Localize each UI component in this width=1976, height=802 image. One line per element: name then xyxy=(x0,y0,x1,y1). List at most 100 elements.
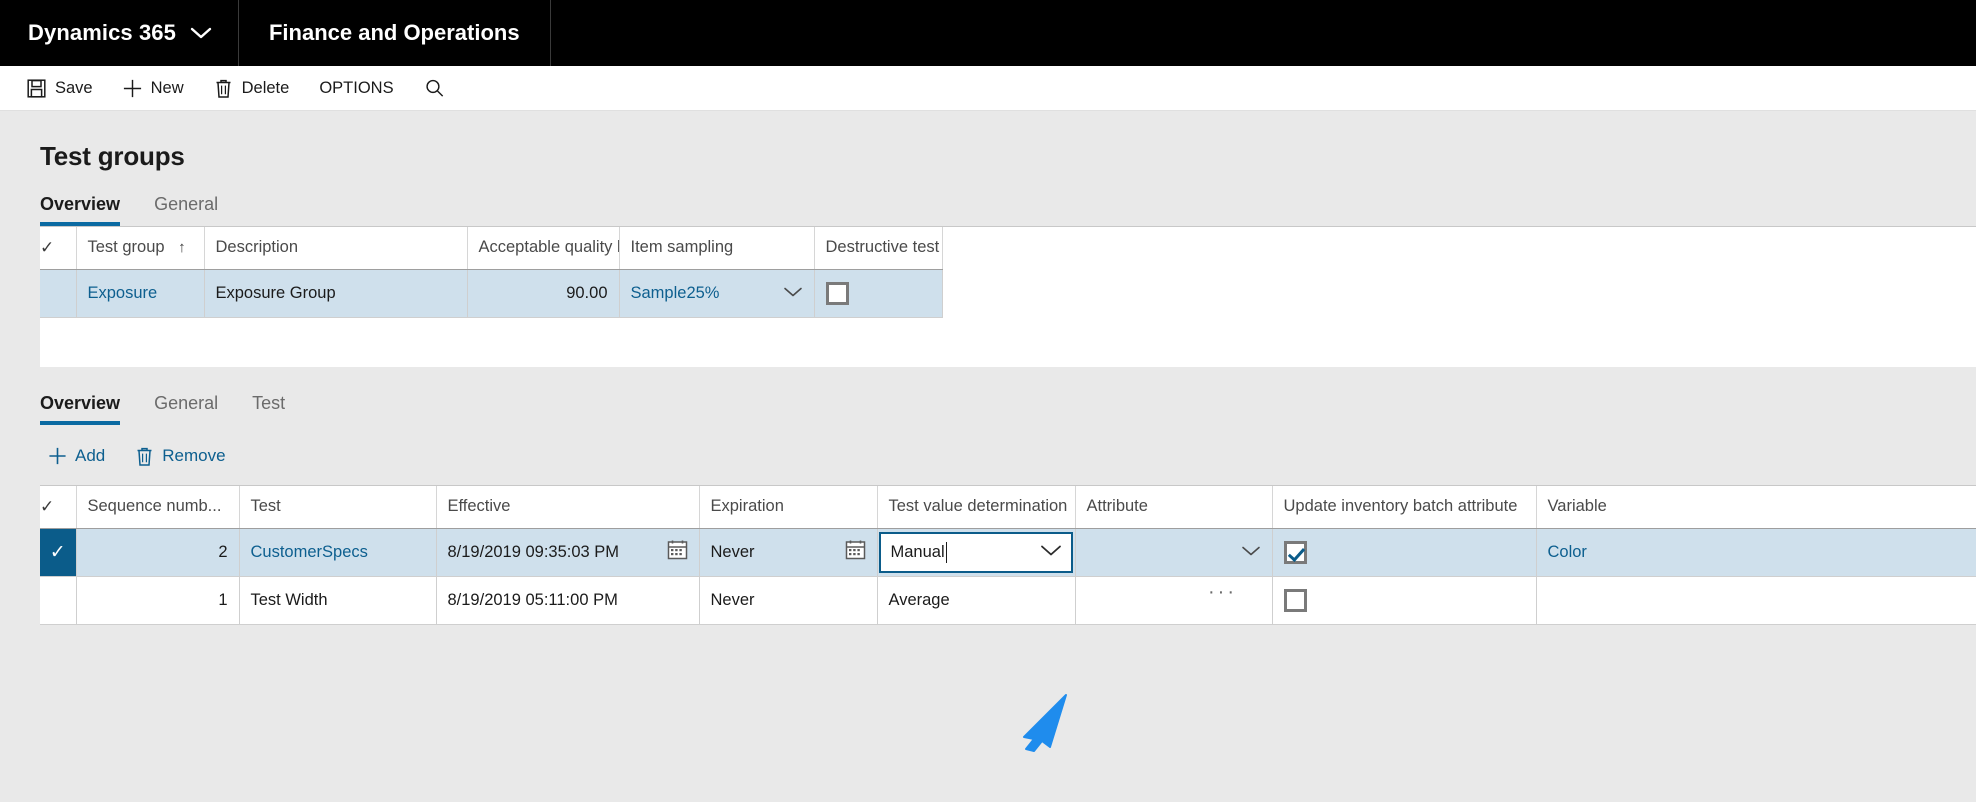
tab-overview-header-label: Overview xyxy=(40,194,121,214)
column-header-row-select[interactable]: ✓ xyxy=(40,227,77,270)
chevron-down-icon[interactable] xyxy=(1040,544,1062,560)
new-button[interactable]: New xyxy=(110,70,197,106)
remove-label: Remove xyxy=(162,446,226,465)
column-header-item-sampling-label: Item sampling xyxy=(630,238,734,257)
delete-button[interactable]: Delete xyxy=(201,70,303,106)
add-button[interactable]: Add xyxy=(40,442,117,470)
test-link[interactable]: CustomerSpecs xyxy=(251,543,368,561)
item-sampling-value[interactable]: Sample25% xyxy=(631,284,720,303)
update-inventory-batch-attribute-checkbox[interactable] xyxy=(1283,588,1307,612)
column-header-effective[interactable]: Effective xyxy=(436,486,700,529)
delete-label: Delete xyxy=(241,78,290,97)
cell-test[interactable]: CustomerSpecs xyxy=(239,528,437,577)
app-name-text: Finance and Operations xyxy=(268,20,520,45)
tab-general-header[interactable]: General xyxy=(154,194,218,226)
chevron-down-icon[interactable] xyxy=(1241,545,1261,560)
cell-attribute[interactable] xyxy=(1075,528,1273,577)
cell-effective[interactable]: 8/19/2019 09:35:03 PM xyxy=(436,528,700,577)
tab-test-detail[interactable]: Test xyxy=(252,393,285,425)
save-label: Save xyxy=(55,78,93,97)
column-header-description[interactable]: Description xyxy=(204,227,468,270)
cell-variable[interactable]: Color xyxy=(1536,528,1976,577)
test-lines-grid: ✓ Sequence numb... Test Effective Expira… xyxy=(40,486,1976,625)
tab-general-header-label: General xyxy=(154,194,219,214)
test-group-link[interactable]: Exposure xyxy=(88,284,158,302)
cell-test-group[interactable]: Exposure xyxy=(76,269,205,318)
column-header-sequence-number[interactable]: Sequence numb... xyxy=(76,486,240,529)
grid-resize-handle[interactable]: ··· xyxy=(1208,582,1237,602)
command-bar: Save New Delete OPTIONS xyxy=(0,66,1976,111)
page-title: Test groups xyxy=(40,141,185,171)
cell-test-value-determination[interactable]: Manual xyxy=(877,528,1076,577)
update-inventory-batch-attribute-checkbox[interactable] xyxy=(1283,540,1307,564)
calendar-icon[interactable] xyxy=(667,539,688,565)
cell-sequence-number[interactable]: 1 xyxy=(76,576,240,625)
calendar-icon[interactable] xyxy=(845,539,866,565)
cell-update-inventory-batch-attribute[interactable] xyxy=(1272,576,1537,625)
column-header-expiration-label: Expiration xyxy=(710,497,784,516)
column-header-row-select[interactable]: ✓ xyxy=(40,486,77,529)
column-header-variable[interactable]: Variable xyxy=(1536,486,1976,529)
column-header-test-value-determination[interactable]: Test value determination xyxy=(877,486,1076,529)
tab-overview-header[interactable]: Overview xyxy=(40,194,121,226)
detail-toolbar: Add Remove xyxy=(0,442,1976,470)
cell-variable[interactable] xyxy=(1536,576,1976,625)
arrow-up-icon: ↑ xyxy=(178,239,186,257)
cell-item-sampling[interactable]: Sample25% xyxy=(619,269,815,318)
cell-update-inventory-batch-attribute[interactable] xyxy=(1272,528,1537,577)
row-select-cell[interactable] xyxy=(40,576,77,625)
column-header-item-sampling[interactable]: Item sampling xyxy=(619,227,815,270)
test-value-determination-combobox[interactable]: Manual xyxy=(878,531,1073,573)
cell-expiration[interactable]: Never xyxy=(699,528,878,577)
column-header-test[interactable]: Test xyxy=(239,486,437,529)
chevron-down-icon[interactable] xyxy=(783,286,803,301)
column-header-destructive-test[interactable]: Destructive test xyxy=(814,227,943,270)
destructive-test-checkbox[interactable] xyxy=(825,281,849,305)
column-header-effective-label: Effective xyxy=(447,497,511,516)
options-button[interactable]: OPTIONS xyxy=(306,70,406,106)
cell-attribute[interactable] xyxy=(1075,576,1273,625)
trash-icon xyxy=(135,447,154,466)
cell-acceptable-quality-level[interactable]: 90.00 xyxy=(467,269,620,318)
cell-test[interactable]: Test Width xyxy=(239,576,437,625)
new-label: New xyxy=(150,78,184,97)
table-row[interactable]: ✓ 2 CustomerSpecs 8/19/2019 09:35:03 PM xyxy=(40,528,1976,577)
page-body: Test groups Overview General ✓ Test grou… xyxy=(0,111,1976,802)
save-button[interactable]: Save xyxy=(14,70,106,106)
select-all-check-icon: ✓ xyxy=(40,496,55,516)
column-header-acceptable-quality-level[interactable]: Acceptable quality l... xyxy=(467,227,620,270)
cell-test-value-determination[interactable]: Average xyxy=(877,576,1076,625)
test-value-determination-value: Average xyxy=(888,590,950,609)
cell-destructive-test[interactable] xyxy=(814,269,943,318)
app-name-label[interactable]: Finance and Operations xyxy=(239,0,551,66)
tab-general-detail[interactable]: General xyxy=(154,393,218,425)
search-button[interactable] xyxy=(411,70,458,106)
cell-sequence-number[interactable]: 2 xyxy=(76,528,240,577)
mouse-cursor xyxy=(1012,691,1072,758)
column-header-test-group[interactable]: Test group ↑ xyxy=(76,227,205,270)
grid-header-row: ✓ Test group ↑ Description Acceptable qu… xyxy=(40,227,943,270)
cell-expiration[interactable]: Never xyxy=(699,576,878,625)
search-icon xyxy=(425,79,444,98)
dynamics-365-brand-menu[interactable]: Dynamics 365 xyxy=(0,0,239,66)
table-row[interactable]: 1 Test Width 8/19/2019 05:11:00 PM Never… xyxy=(40,576,1976,625)
effective-value: 8/19/2019 05:11:00 PM xyxy=(447,590,618,609)
cell-effective[interactable]: 8/19/2019 05:11:00 PM xyxy=(436,576,700,625)
acceptable-quality-level-value: 90.00 xyxy=(566,283,608,302)
column-header-attribute[interactable]: Attribute xyxy=(1075,486,1273,529)
remove-button[interactable]: Remove xyxy=(127,442,237,470)
tab-overview-detail[interactable]: Overview xyxy=(40,393,121,425)
plus-icon xyxy=(123,79,142,98)
row-select-cell[interactable] xyxy=(40,269,77,318)
column-header-test-label: Test xyxy=(250,497,281,516)
cell-description[interactable]: Exposure Group xyxy=(204,269,468,318)
row-select-cell[interactable]: ✓ xyxy=(40,528,77,577)
detail-tab-strip: Overview General Test xyxy=(0,393,1976,425)
column-header-test-value-determination-label: Test value determination xyxy=(888,497,1068,516)
test-groups-grid: ✓ Test group ↑ Description Acceptable qu… xyxy=(40,227,943,318)
column-header-update-inventory-batch-attribute[interactable]: Update inventory batch attribute xyxy=(1272,486,1537,529)
column-header-expiration[interactable]: Expiration xyxy=(699,486,878,529)
column-header-variable-label: Variable xyxy=(1547,497,1607,516)
table-row[interactable]: Exposure Exposure Group 90.00 Sample25% xyxy=(40,269,943,318)
variable-link[interactable]: Color xyxy=(1548,543,1587,561)
